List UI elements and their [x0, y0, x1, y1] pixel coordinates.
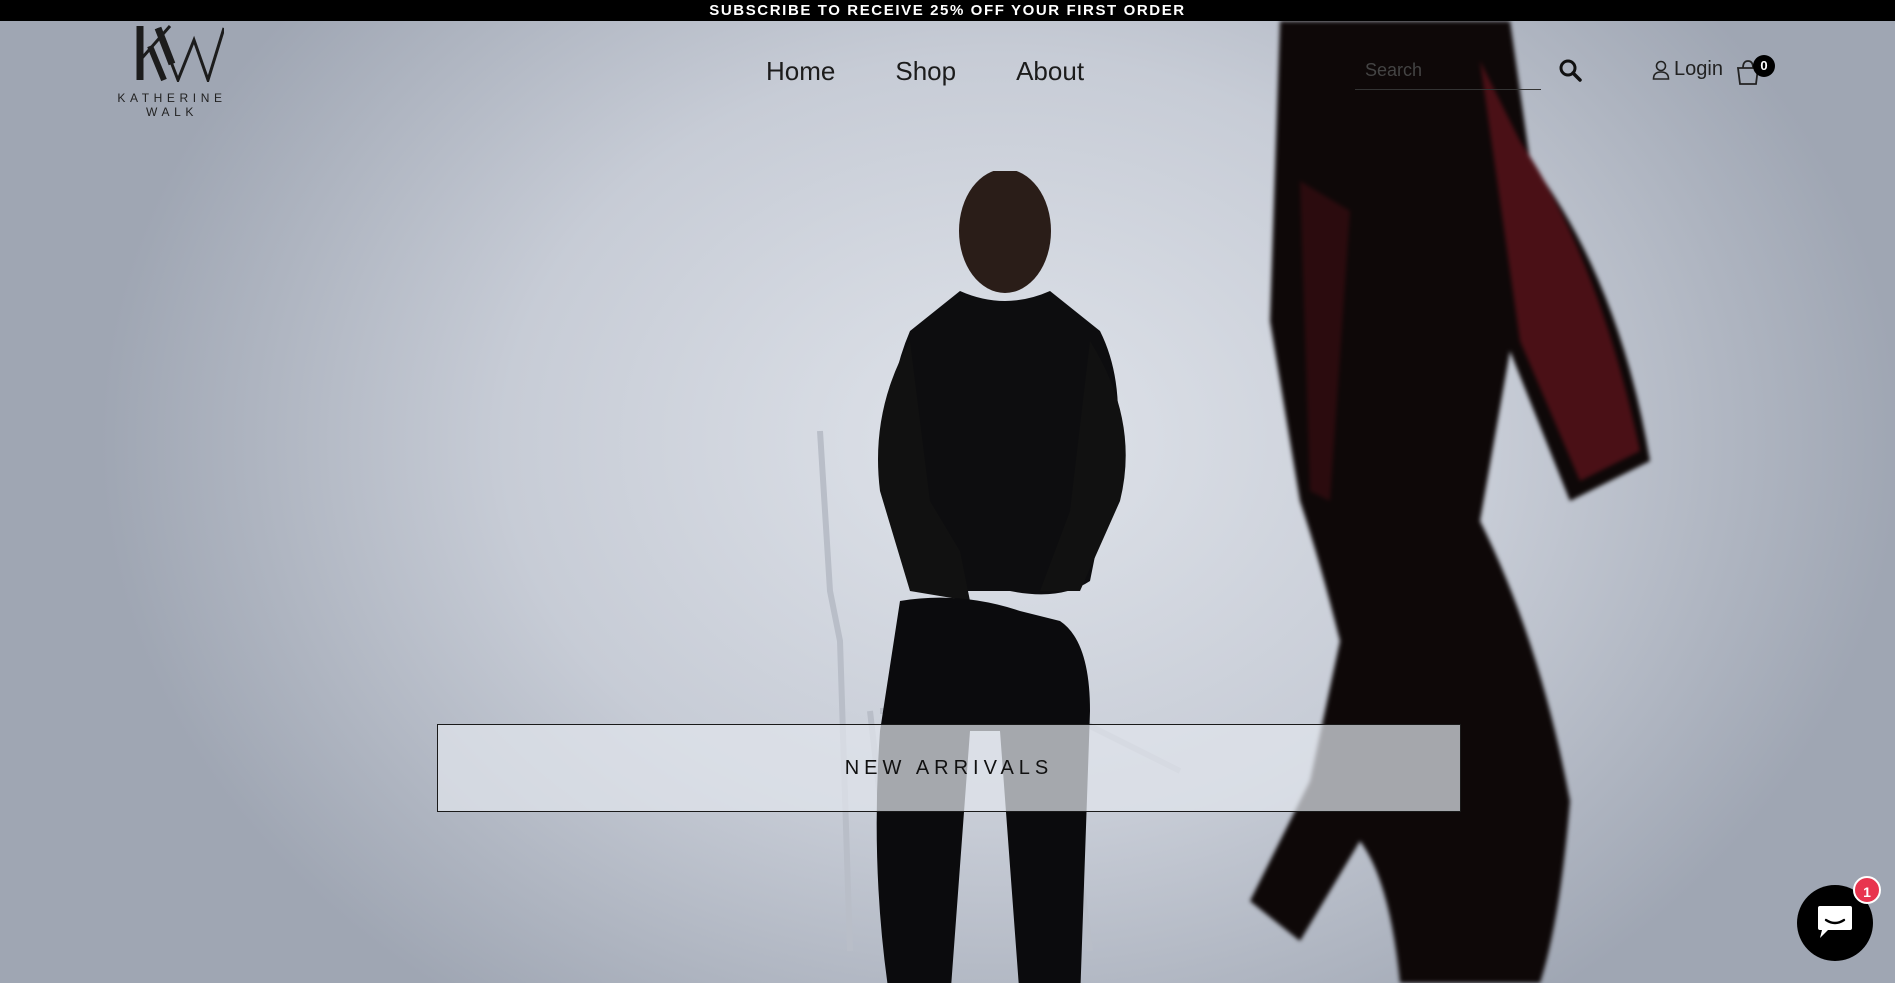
cart-button[interactable]: 0 — [1735, 55, 1779, 87]
user-icon — [1652, 60, 1670, 80]
chat-bubble-icon — [1818, 906, 1852, 938]
hero-banner: NEW ARRIVALS — [0, 21, 1895, 983]
hero-model-walking-image — [1250, 21, 1650, 983]
search-field — [1355, 52, 1541, 90]
announcement-text: SUBSCRIBE TO RECEIVE 25% OFF YOUR FIRST … — [709, 2, 1186, 19]
nav-item-about[interactable]: About — [1016, 56, 1084, 87]
new-arrivals-button[interactable]: NEW ARRIVALS — [437, 724, 1461, 812]
announcement-bar[interactable]: SUBSCRIBE TO RECEIVE 25% OFF YOUR FIRST … — [0, 0, 1895, 21]
new-arrivals-label: NEW ARRIVALS — [844, 756, 1054, 779]
login-label: Login — [1674, 58, 1723, 80]
hero-model-seated-image — [817, 171, 1182, 983]
cart-count-badge: 0 — [1753, 55, 1775, 77]
kw-monogram-icon — [136, 25, 224, 82]
search-input[interactable] — [1355, 52, 1541, 88]
login-link[interactable]: Login — [1652, 58, 1723, 81]
nav-item-shop[interactable]: Shop — [895, 56, 956, 87]
main-nav: Home Shop About — [766, 56, 1084, 87]
nav-item-home[interactable]: Home — [766, 56, 835, 87]
search-icon[interactable] — [1558, 58, 1582, 82]
brand-logo[interactable]: KATHERINE WALK — [92, 24, 252, 119]
chat-notification-badge: 1 — [1853, 876, 1881, 904]
brand-wordmark: KATHERINE WALK — [117, 91, 227, 119]
